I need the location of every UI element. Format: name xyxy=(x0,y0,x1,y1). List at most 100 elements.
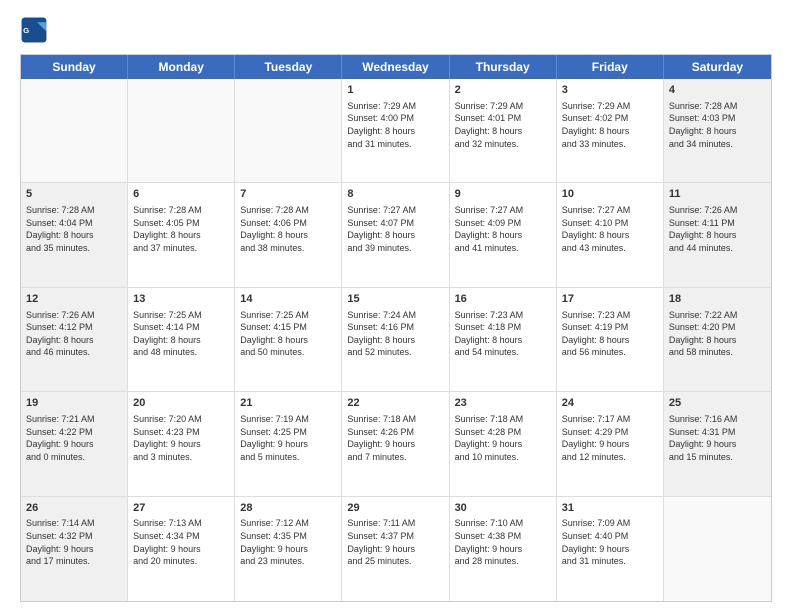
day-detail: Sunrise: 7:20 AM Sunset: 4:23 PM Dayligh… xyxy=(133,413,229,463)
day-cell-21: 21 Sunrise: 7:19 AM Sunset: 4:25 PM Dayli… xyxy=(235,392,342,495)
calendar-header: SundayMondayTuesdayWednesdayThursdayFrid… xyxy=(21,55,771,79)
day-number: 17 xyxy=(562,292,658,307)
day-cell-13: 13Sunrise: 7:25 AM Sunset: 4:14 PM Dayli… xyxy=(128,288,235,391)
weekday-header-tuesday: Tuesday xyxy=(235,55,342,79)
weekday-header-monday: Monday xyxy=(128,55,235,79)
day-number: 6 xyxy=(133,187,229,202)
day-cell-1: 1 Sunrise: 7:29 AM Sunset: 4:00 PM Daylig… xyxy=(342,79,449,182)
day-detail: Sunrise: 7:29 AM Sunset: 4:01 PM Dayligh… xyxy=(455,100,551,150)
day-detail: Sunrise: 7:12 AM Sunset: 4:35 PM Dayligh… xyxy=(240,517,336,567)
day-detail: Sunrise: 7:17 AM Sunset: 4:29 PM Dayligh… xyxy=(562,413,658,463)
day-cell-25: 25 Sunrise: 7:16 AM Sunset: 4:31 PM Dayli… xyxy=(664,392,771,495)
day-number: 29 xyxy=(347,501,443,516)
day-cell-2: 2 Sunrise: 7:29 AM Sunset: 4:01 PM Daylig… xyxy=(450,79,557,182)
svg-text:G: G xyxy=(23,26,29,35)
day-number: 21 xyxy=(240,396,336,411)
week-row-2: 5Sunrise: 7:28 AM Sunset: 4:04 PM Daylig… xyxy=(21,183,771,287)
day-number: 2 xyxy=(455,83,551,98)
empty-cell-0-2 xyxy=(235,79,342,182)
day-number: 8 xyxy=(347,187,443,202)
day-number: 15 xyxy=(347,292,443,307)
day-detail: Sunrise: 7:22 AM Sunset: 4:20 PM Dayligh… xyxy=(669,309,766,359)
day-cell-5: 5Sunrise: 7:28 AM Sunset: 4:04 PM Daylig… xyxy=(21,183,128,286)
day-number: 9 xyxy=(455,187,551,202)
day-detail: Sunrise: 7:16 AM Sunset: 4:31 PM Dayligh… xyxy=(669,413,766,463)
logo: G xyxy=(20,16,52,44)
day-cell-3: 3 Sunrise: 7:29 AM Sunset: 4:02 PM Daylig… xyxy=(557,79,664,182)
day-cell-29: 29Sunrise: 7:11 AM Sunset: 4:37 PM Dayli… xyxy=(342,497,449,601)
day-detail: Sunrise: 7:29 AM Sunset: 4:02 PM Dayligh… xyxy=(562,100,658,150)
header: G xyxy=(20,16,772,44)
day-number: 20 xyxy=(133,396,229,411)
day-detail: Sunrise: 7:23 AM Sunset: 4:19 PM Dayligh… xyxy=(562,309,658,359)
day-number: 18 xyxy=(669,292,766,307)
logo-icon: G xyxy=(20,16,48,44)
day-detail: Sunrise: 7:18 AM Sunset: 4:28 PM Dayligh… xyxy=(455,413,551,463)
week-row-3: 12Sunrise: 7:26 AM Sunset: 4:12 PM Dayli… xyxy=(21,288,771,392)
weekday-header-friday: Friday xyxy=(557,55,664,79)
week-row-5: 26Sunrise: 7:14 AM Sunset: 4:32 PM Dayli… xyxy=(21,497,771,601)
day-cell-31: 31Sunrise: 7:09 AM Sunset: 4:40 PM Dayli… xyxy=(557,497,664,601)
day-cell-23: 23 Sunrise: 7:18 AM Sunset: 4:28 PM Dayli… xyxy=(450,392,557,495)
day-cell-10: 10Sunrise: 7:27 AM Sunset: 4:10 PM Dayli… xyxy=(557,183,664,286)
day-cell-8: 8 Sunrise: 7:27 AM Sunset: 4:07 PM Daylig… xyxy=(342,183,449,286)
calendar: SundayMondayTuesdayWednesdayThursdayFrid… xyxy=(20,54,772,602)
weekday-header-saturday: Saturday xyxy=(664,55,771,79)
day-number: 31 xyxy=(562,501,658,516)
page: G SundayMondayTuesdayWednesdayThursdayFr… xyxy=(0,0,792,612)
day-detail: Sunrise: 7:23 AM Sunset: 4:18 PM Dayligh… xyxy=(455,309,551,359)
day-cell-12: 12Sunrise: 7:26 AM Sunset: 4:12 PM Dayli… xyxy=(21,288,128,391)
day-detail: Sunrise: 7:26 AM Sunset: 4:12 PM Dayligh… xyxy=(26,309,122,359)
day-number: 22 xyxy=(347,396,443,411)
weekday-header-wednesday: Wednesday xyxy=(342,55,449,79)
day-cell-6: 6 Sunrise: 7:28 AM Sunset: 4:05 PM Daylig… xyxy=(128,183,235,286)
day-cell-27: 27Sunrise: 7:13 AM Sunset: 4:34 PM Dayli… xyxy=(128,497,235,601)
day-number: 11 xyxy=(669,187,766,202)
day-detail: Sunrise: 7:21 AM Sunset: 4:22 PM Dayligh… xyxy=(26,413,122,463)
day-detail: Sunrise: 7:27 AM Sunset: 4:07 PM Dayligh… xyxy=(347,204,443,254)
day-number: 3 xyxy=(562,83,658,98)
day-cell-4: 4 Sunrise: 7:28 AM Sunset: 4:03 PM Daylig… xyxy=(664,79,771,182)
day-number: 16 xyxy=(455,292,551,307)
day-detail: Sunrise: 7:28 AM Sunset: 4:03 PM Dayligh… xyxy=(669,100,766,150)
empty-cell-4-6 xyxy=(664,497,771,601)
day-detail: Sunrise: 7:14 AM Sunset: 4:32 PM Dayligh… xyxy=(26,517,122,567)
day-cell-20: 20 Sunrise: 7:20 AM Sunset: 4:23 PM Dayli… xyxy=(128,392,235,495)
empty-cell-0-1 xyxy=(128,79,235,182)
day-detail: Sunrise: 7:24 AM Sunset: 4:16 PM Dayligh… xyxy=(347,309,443,359)
day-number: 5 xyxy=(26,187,122,202)
day-detail: Sunrise: 7:29 AM Sunset: 4:00 PM Dayligh… xyxy=(347,100,443,150)
day-number: 1 xyxy=(347,83,443,98)
day-number: 7 xyxy=(240,187,336,202)
day-cell-11: 11 Sunrise: 7:26 AM Sunset: 4:11 PM Dayli… xyxy=(664,183,771,286)
day-cell-30: 30Sunrise: 7:10 AM Sunset: 4:38 PM Dayli… xyxy=(450,497,557,601)
day-number: 13 xyxy=(133,292,229,307)
empty-cell-0-0 xyxy=(21,79,128,182)
day-cell-16: 16 Sunrise: 7:23 AM Sunset: 4:18 PM Dayli… xyxy=(450,288,557,391)
day-number: 30 xyxy=(455,501,551,516)
week-row-1: 1 Sunrise: 7:29 AM Sunset: 4:00 PM Daylig… xyxy=(21,79,771,183)
day-detail: Sunrise: 7:13 AM Sunset: 4:34 PM Dayligh… xyxy=(133,517,229,567)
day-number: 10 xyxy=(562,187,658,202)
day-number: 25 xyxy=(669,396,766,411)
day-cell-14: 14Sunrise: 7:25 AM Sunset: 4:15 PM Dayli… xyxy=(235,288,342,391)
day-detail: Sunrise: 7:11 AM Sunset: 4:37 PM Dayligh… xyxy=(347,517,443,567)
day-cell-19: 19Sunrise: 7:21 AM Sunset: 4:22 PM Dayli… xyxy=(21,392,128,495)
day-cell-17: 17 Sunrise: 7:23 AM Sunset: 4:19 PM Dayli… xyxy=(557,288,664,391)
day-detail: Sunrise: 7:28 AM Sunset: 4:05 PM Dayligh… xyxy=(133,204,229,254)
day-cell-24: 24Sunrise: 7:17 AM Sunset: 4:29 PM Dayli… xyxy=(557,392,664,495)
day-detail: Sunrise: 7:09 AM Sunset: 4:40 PM Dayligh… xyxy=(562,517,658,567)
day-detail: Sunrise: 7:27 AM Sunset: 4:09 PM Dayligh… xyxy=(455,204,551,254)
day-detail: Sunrise: 7:19 AM Sunset: 4:25 PM Dayligh… xyxy=(240,413,336,463)
day-detail: Sunrise: 7:10 AM Sunset: 4:38 PM Dayligh… xyxy=(455,517,551,567)
day-cell-9: 9 Sunrise: 7:27 AM Sunset: 4:09 PM Daylig… xyxy=(450,183,557,286)
day-number: 23 xyxy=(455,396,551,411)
day-detail: Sunrise: 7:26 AM Sunset: 4:11 PM Dayligh… xyxy=(669,204,766,254)
day-number: 28 xyxy=(240,501,336,516)
day-cell-22: 22Sunrise: 7:18 AM Sunset: 4:26 PM Dayli… xyxy=(342,392,449,495)
day-number: 14 xyxy=(240,292,336,307)
weekday-header-sunday: Sunday xyxy=(21,55,128,79)
day-number: 27 xyxy=(133,501,229,516)
day-number: 4 xyxy=(669,83,766,98)
day-cell-28: 28Sunrise: 7:12 AM Sunset: 4:35 PM Dayli… xyxy=(235,497,342,601)
